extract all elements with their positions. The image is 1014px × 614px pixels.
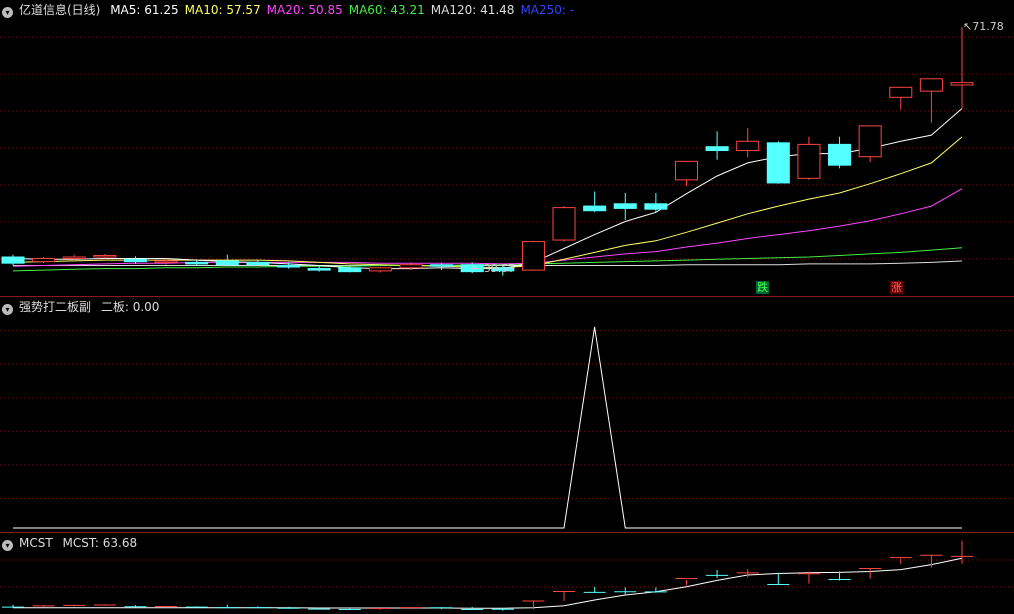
chevron-down-icon[interactable]: ▾: [2, 7, 13, 18]
candle-up: [93, 254, 117, 258]
candle-up: [368, 267, 392, 272]
arrow-icon: ↖: [963, 20, 973, 33]
ma-legend-item: MA250: -: [520, 3, 575, 17]
chevron-down-icon[interactable]: ▾: [2, 540, 13, 551]
down-tag[interactable]: 跌: [756, 281, 769, 294]
indicator-chart[interactable]: [0, 297, 1014, 532]
candle-up: [797, 143, 821, 179]
indicator-header: ▾ 强势打二板副 二板: 0.00: [2, 299, 165, 315]
candle-down: [338, 267, 362, 273]
arrow-icon: ←: [471, 262, 481, 275]
candle-up: [674, 160, 699, 181]
ma-legend-item: MA5: 61.25: [110, 3, 179, 17]
stock-title: 亿道信息(日线): [19, 3, 101, 17]
candle-down: [123, 258, 147, 263]
candle-up: [950, 82, 974, 86]
ma-legend: MA5: 61.25 MA10: 57.57 MA20: 50.85 MA60: 43…: [110, 3, 580, 17]
ma-legend-item: MA120: 41.48: [430, 3, 515, 17]
mcst-header: ▾ MCST MCST: 63.68: [2, 535, 143, 551]
candle-down: [215, 260, 239, 266]
high-price-label: ↖71.78: [963, 20, 1004, 33]
ma5-line: [12, 108, 963, 270]
candle-down: [430, 264, 454, 267]
candle-down: [1, 256, 25, 264]
indicator-pane[interactable]: ▾ 强势打二板副 二板: 0.00: [0, 297, 1014, 532]
mcst-pane[interactable]: ▾ MCST MCST: 63.68: [0, 533, 1014, 614]
candle-down: [766, 142, 790, 184]
mcst-line: [13, 557, 963, 609]
candle-up: [154, 260, 178, 263]
candle-up: [858, 125, 882, 158]
mcst-name: MCST: [19, 536, 53, 550]
ma-legend-item: MA10: 57.57: [184, 3, 261, 17]
main-chart-pane[interactable]: ▾ 亿道信息(日线) MA5: 61.25 MA10: 57.57 MA20: 50.…: [0, 0, 1014, 296]
up-tag[interactable]: 涨: [890, 281, 903, 294]
candle-up: [32, 258, 56, 263]
chevron-down-icon[interactable]: ▾: [2, 304, 13, 315]
ma-legend-item: MA60: 43.21: [348, 3, 425, 17]
candle-down: [246, 261, 270, 266]
candle-up: [62, 256, 86, 259]
candle-up: [889, 86, 913, 98]
indicator-value: 二板: 0.00: [100, 300, 160, 314]
indicator-name: 强势打二板副: [19, 300, 92, 314]
candle-down: [644, 203, 668, 210]
mcst-value: MCST: 63.68: [62, 536, 138, 550]
indicator-line: [13, 326, 962, 529]
candle-down: [185, 261, 209, 265]
ma-legend-item: MA20: 50.85: [266, 3, 343, 17]
candle-up: [399, 264, 423, 269]
candle-up: [521, 241, 545, 271]
candle-down: [276, 264, 301, 268]
ma20-line: [12, 188, 963, 267]
candle-up: [919, 78, 943, 92]
candle-down: [828, 143, 852, 166]
candle-down: [613, 203, 637, 209]
candlestick-chart[interactable]: [0, 0, 1014, 296]
candle-down: [705, 146, 729, 152]
candle-up: [552, 207, 576, 241]
candle-down: [307, 268, 331, 271]
low-price-label: ← 39.57: [471, 262, 516, 275]
candle-up: [736, 140, 760, 152]
mcst-chart[interactable]: [0, 533, 1014, 614]
main-header: ▾ 亿道信息(日线) MA5: 61.25 MA10: 57.57 MA20: 50.…: [2, 2, 586, 18]
candle-down: [583, 205, 607, 212]
